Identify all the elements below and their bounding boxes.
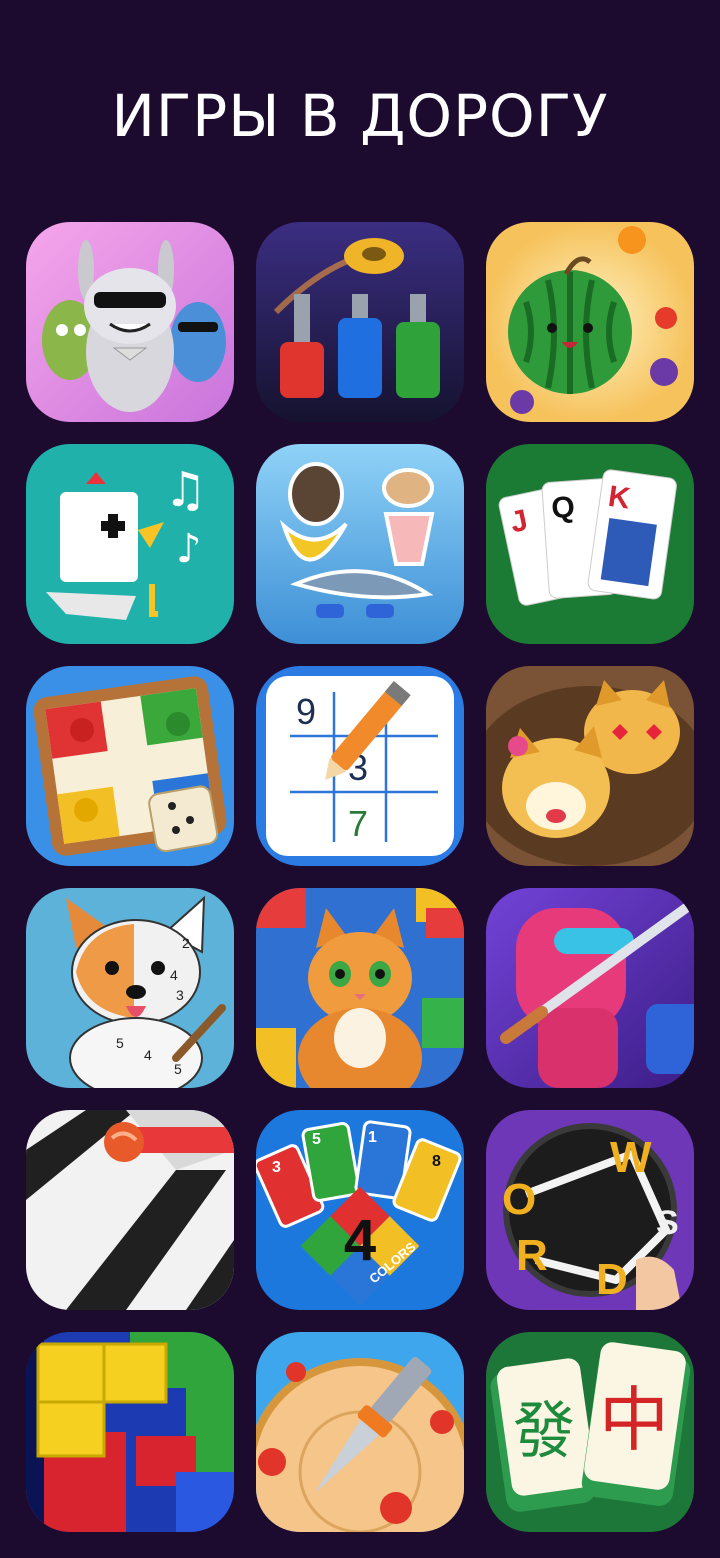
mahjong-glyph: 發 (513, 1394, 575, 1467)
paint-number: 3 (176, 987, 184, 1003)
card-number: 3 (272, 1159, 281, 1176)
app-tile[interactable]: monsters (26, 222, 234, 422)
paint-number: 5 (116, 1035, 124, 1051)
impostor-katana-icon (486, 888, 694, 1088)
card-number: 8 (432, 1153, 441, 1170)
letter-tile: R (516, 1231, 548, 1280)
paint-number: 2 (182, 935, 190, 951)
app-tile[interactable]: 2 4 3 5 4 5 corgi-paint (26, 888, 234, 1088)
sudoku-digit: 7 (348, 803, 368, 844)
cat-jigsaw-icon (256, 888, 464, 1088)
watermelon-icon (486, 222, 694, 422)
app-tile[interactable]: nuts-bolts (256, 222, 464, 422)
card-number: 5 (312, 1131, 321, 1148)
shiba-dogs-icon (486, 666, 694, 866)
app-tile[interactable]: katana (486, 888, 694, 1088)
app-tile[interactable]: stickers (256, 444, 464, 644)
svg-text:♪: ♪ (176, 526, 202, 572)
sudoku-pencil-icon: 9 3 7 (256, 666, 464, 866)
app-tile[interactable]: knife-hit (256, 1332, 464, 1532)
paint-number: 4 (170, 967, 178, 983)
app-tile[interactable]: 發 中 mahjong (486, 1332, 694, 1532)
svg-text:♫: ♫ (164, 462, 207, 518)
rolling-ball-icon (26, 1110, 234, 1310)
four-label: 4 (344, 1208, 376, 1273)
app-tile[interactable]: cat-jigsaw (256, 888, 464, 1088)
card-number: 1 (368, 1129, 377, 1146)
uno-cards-icon: 4 COLORS 3 5 1 8 (256, 1110, 464, 1310)
ludo-board-icon (26, 666, 234, 866)
nuts-and-bolts-icon (256, 222, 464, 422)
paint-number: 5 (174, 1061, 182, 1077)
letter-tile: O (502, 1175, 536, 1224)
page-title: ИГРЫ В ДОРОГУ (111, 82, 609, 150)
paint-number: 4 (144, 1047, 152, 1063)
app-tile[interactable]: W O R D S wordscapes (486, 1110, 694, 1310)
app-tile[interactable]: 9 3 7 sudoku (256, 666, 464, 866)
corgi-color-by-number-icon: 2 4 3 5 4 5 (26, 888, 234, 1088)
app-tile[interactable]: doge (486, 666, 694, 866)
knife-throw-icon (256, 1332, 464, 1532)
word-connect-icon: W O R D S (486, 1110, 694, 1310)
cartoon-bunny-monsters-icon (26, 222, 234, 422)
games-grid: monsters nuts-bolts (26, 222, 694, 1532)
letter-tile: W (610, 1133, 652, 1182)
color-blocks-icon (26, 1332, 234, 1532)
singing-chicken-icon: ♫ ♪ (26, 444, 234, 644)
mahjong-glyph: 中 (599, 1379, 669, 1461)
card-label: Q (550, 491, 576, 526)
playing-cards-icon: J Q K (486, 444, 694, 644)
mahjong-tiles-icon: 發 中 (486, 1332, 694, 1532)
letter-tile: D (596, 1255, 628, 1304)
app-tile[interactable]: J Q K solitaire (486, 444, 694, 644)
meme-stickers-icon (256, 444, 464, 644)
app-tile[interactable]: block-puzzle (26, 1332, 234, 1532)
app-tile[interactable]: ♫ ♪ chicken-music (26, 444, 234, 644)
app-tile[interactable]: fruit-merge (486, 222, 694, 422)
app-tile[interactable]: ludo (26, 666, 234, 866)
app-tile[interactable]: 4 COLORS 3 5 1 8 four-colors (256, 1110, 464, 1310)
letter-tile: S (656, 1204, 679, 1242)
app-tile[interactable]: ball-run (26, 1110, 234, 1310)
sudoku-digit: 9 (296, 691, 316, 732)
